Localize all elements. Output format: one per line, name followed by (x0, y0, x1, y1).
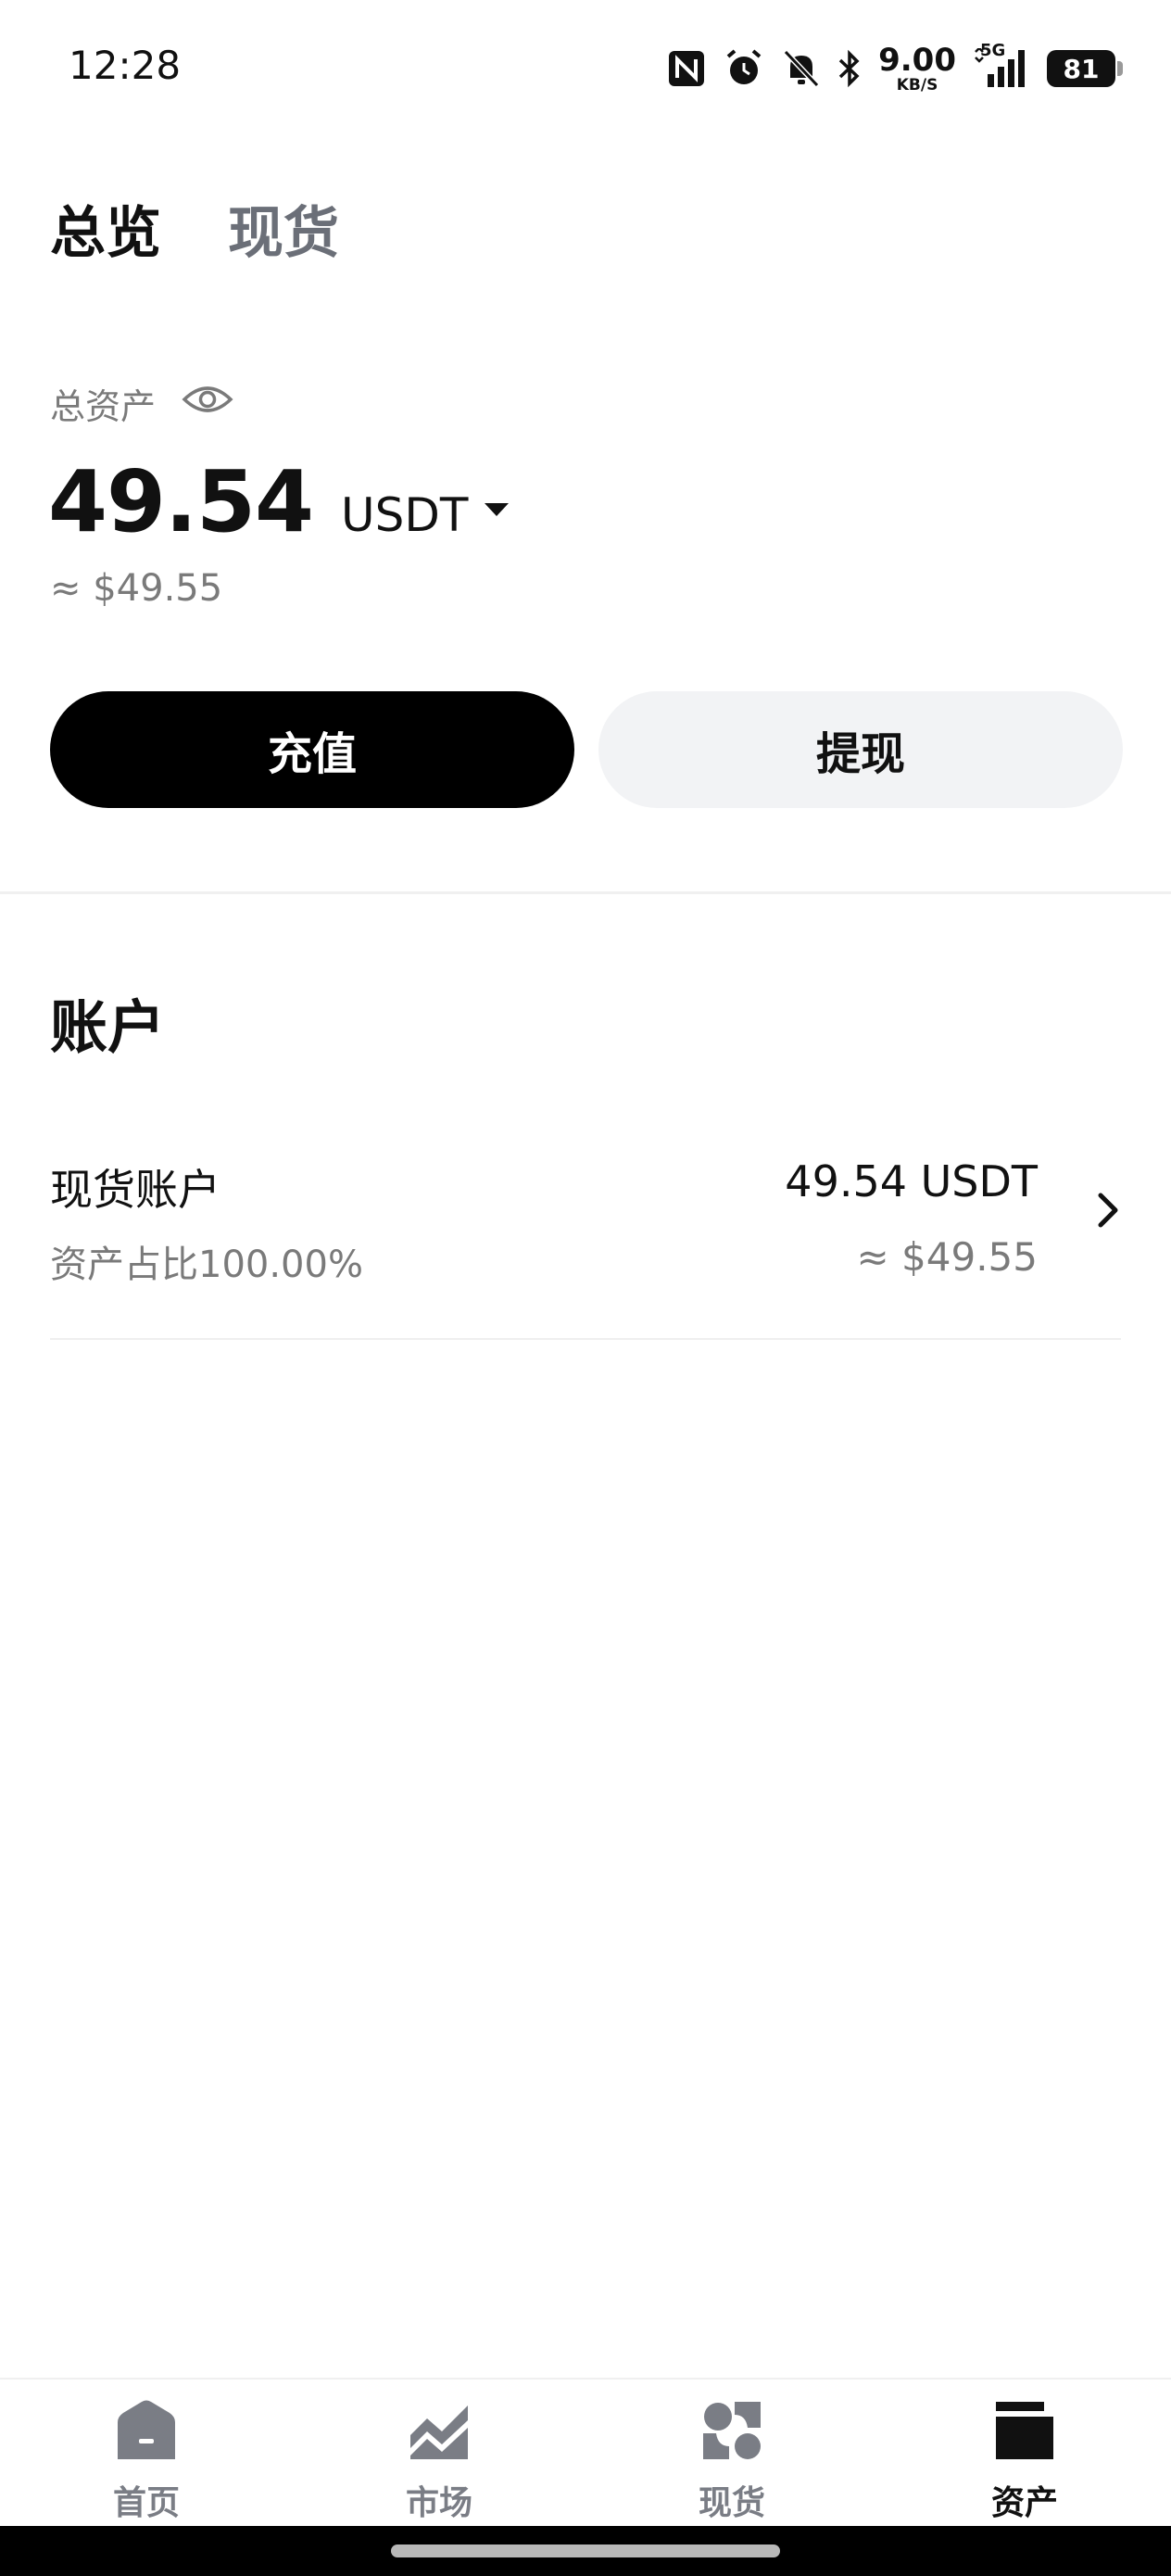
account-share: 资产占比100.00% (50, 1244, 363, 1286)
bottom-nav: 首页 市场 现货 资产 (0, 2378, 1171, 2526)
account-name: 现货账户 (50, 1165, 220, 1215)
alarm-icon (723, 47, 765, 90)
status-icons: 9.00 KB/S 5G 81 (667, 41, 1123, 95)
spot-icon (699, 2398, 764, 2467)
account-approx-usd: ≈ $49.55 (856, 1234, 1038, 1280)
deposit-button[interactable]: 充值 (50, 691, 574, 808)
tab-spot[interactable]: 现货 (228, 206, 339, 261)
chevron-right-icon (1095, 1192, 1121, 1232)
nav-assets-label: 资产 (990, 2484, 1058, 2522)
section-divider (0, 891, 1171, 894)
row-divider (50, 1338, 1121, 1340)
balance-row: 49.54 USDT (48, 452, 510, 551)
tab-overview[interactable]: 总览 (50, 206, 161, 261)
home-icon (114, 2398, 179, 2467)
account-value: 49.54 USDT (785, 1156, 1038, 1206)
wallet-icon (992, 2398, 1057, 2467)
caret-down-icon (485, 503, 510, 516)
signal-icon: 5G (973, 41, 1030, 89)
nav-spot-label: 现货 (698, 2484, 765, 2522)
market-chart-icon (407, 2398, 472, 2467)
currency-label: USDT (341, 488, 469, 542)
total-assets-label: 总资产 (50, 386, 157, 427)
account-row-spot[interactable]: 现货账户 资产占比100.00% 49.54 USDT ≈ $49.55 (50, 1140, 1121, 1286)
battery-icon: 81 (1047, 50, 1123, 87)
accounts-title: 账户 (50, 993, 166, 1061)
assets-page: 12:28 9.00 KB/S 5G 81 总览 现货 总资产 49.54 US… (0, 0, 1171, 2576)
status-bar: 12:28 9.00 KB/S 5G 81 (0, 0, 1171, 139)
total-balance: 49.54 (48, 452, 314, 551)
currency-selector[interactable]: USDT (341, 488, 510, 542)
home-gesture-bar[interactable] (391, 2544, 780, 2557)
network-type: 5G (980, 41, 1006, 60)
top-tabs: 总览 现货 (50, 206, 339, 261)
total-assets-label-row: 总资产 (50, 378, 233, 429)
nav-assets[interactable]: 资产 (878, 2398, 1171, 2524)
net-speed: 9.00 KB/S (878, 41, 956, 95)
nav-market-label: 市场 (405, 2484, 472, 2522)
withdraw-button[interactable]: 提现 (598, 691, 1123, 808)
status-time: 12:28 (69, 43, 182, 88)
bell-off-icon (782, 48, 821, 89)
nav-spot[interactable]: 现货 (586, 2398, 878, 2524)
approx-usd-value: ≈ $49.55 (50, 567, 223, 610)
gesture-area (0, 2526, 1171, 2576)
nav-home[interactable]: 首页 (0, 2398, 293, 2524)
eye-icon[interactable] (182, 383, 233, 424)
bluetooth-icon (837, 48, 862, 89)
nav-home-label: 首页 (112, 2484, 180, 2522)
nfc-icon (667, 49, 706, 88)
nav-market[interactable]: 市场 (293, 2398, 586, 2524)
